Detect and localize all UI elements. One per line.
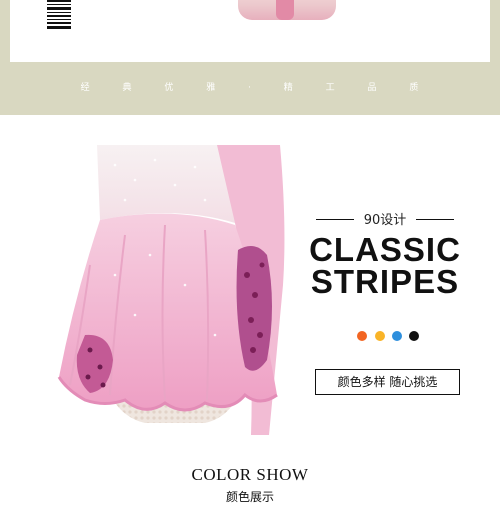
dress-preview-image [238, 0, 336, 20]
section-title: COLOR SHOW [191, 465, 309, 484]
color-swatch-blue[interactable] [392, 331, 402, 341]
design-label-row: 90设计 [316, 209, 454, 229]
headline-classic: CLASSIC [309, 231, 461, 268]
color-swatch-yellow[interactable] [375, 331, 385, 341]
section-subtitle: 颜色展示 [225, 490, 274, 504]
top-banner: 经 典 优 雅 · 精 工 品 质 [0, 0, 500, 115]
barcode-icon [47, 0, 71, 30]
divider-left [316, 219, 354, 220]
color-options-button[interactable]: 颜色多样 随心挑选 [315, 369, 460, 395]
color-swatch-black[interactable] [409, 331, 419, 341]
previous-product-card [10, 0, 490, 62]
pink-skating-dress-image [57, 145, 285, 435]
color-swatch-orange[interactable] [357, 331, 367, 341]
design-label: 90设计 [363, 213, 407, 228]
brand-tagline: 经 典 优 雅 · 精 工 品 质 [80, 83, 434, 93]
divider-right [416, 219, 454, 220]
headline-stripes: STRIPES [310, 263, 460, 300]
